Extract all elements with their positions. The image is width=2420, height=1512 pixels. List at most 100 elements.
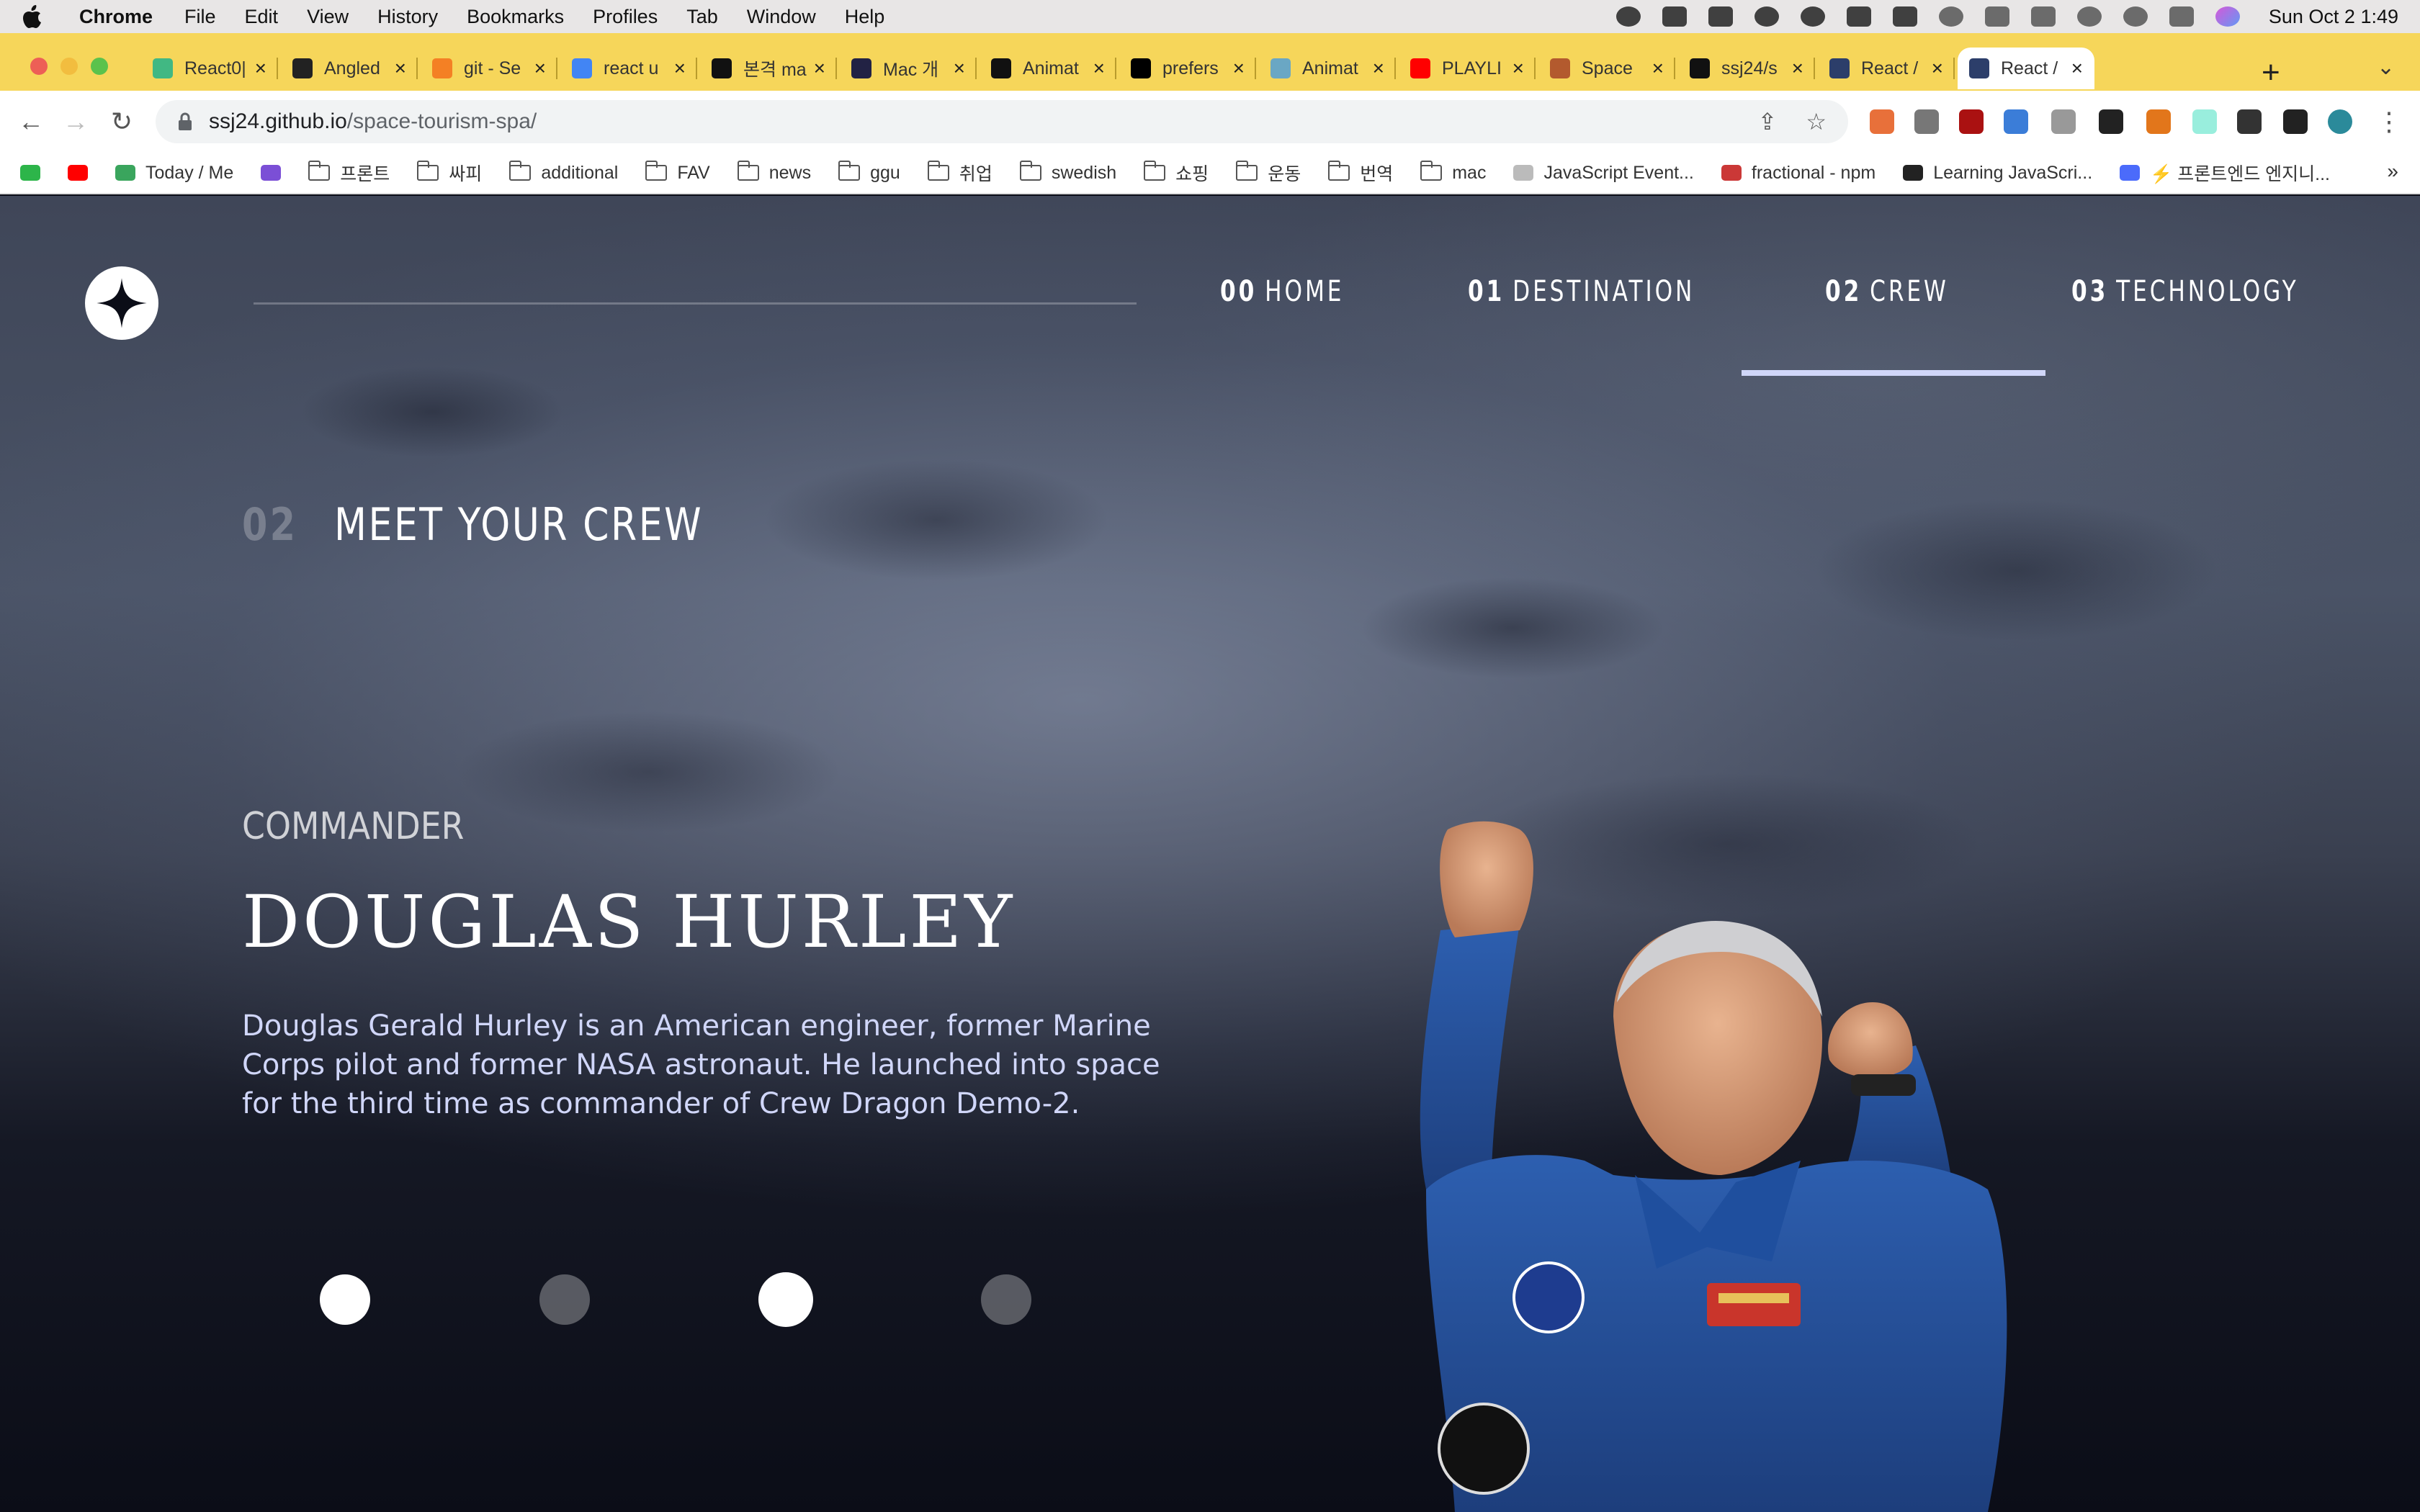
browser-tab[interactable]: Space × bbox=[1538, 48, 1675, 89]
nav-link-crew[interactable]: 02 CREW bbox=[1825, 275, 1949, 308]
bookmark-folder[interactable]: news bbox=[737, 161, 811, 184]
menu-app-name[interactable]: Chrome bbox=[79, 6, 153, 28]
browser-tab[interactable]: 본격 ma × bbox=[700, 48, 837, 89]
tab-close-icon[interactable]: × bbox=[534, 57, 546, 80]
back-button[interactable]: ← bbox=[13, 104, 49, 140]
nav-link-home[interactable]: 00 HOME bbox=[1220, 275, 1344, 308]
tab-close-icon[interactable]: × bbox=[674, 57, 686, 80]
browser-tab[interactable]: PLAYLI × bbox=[1399, 48, 1536, 89]
bookmark-folder[interactable]: mac bbox=[1420, 161, 1486, 184]
bookmark-folder[interactable]: 번역 bbox=[1328, 160, 1393, 186]
tab-close-icon[interactable]: × bbox=[1792, 57, 1803, 80]
browser-tab[interactable]: Animat × bbox=[980, 48, 1116, 89]
metamask-fox-icon[interactable] bbox=[2146, 109, 2171, 134]
bookmark-folder[interactable]: ggu bbox=[838, 161, 900, 184]
side-panel-icon[interactable] bbox=[2283, 109, 2308, 134]
address-bar[interactable]: ssj24.github.io/space-tourism-spa/ ⇪ ☆ bbox=[156, 100, 1848, 143]
bluetooth-icon[interactable] bbox=[1984, 6, 2009, 27]
browser-tab[interactable]: git - Se × bbox=[421, 48, 557, 89]
share-icon[interactable]: ⇪ bbox=[1758, 108, 1778, 135]
bookmark-folder[interactable]: additional bbox=[509, 161, 618, 184]
crew-slider-dot-2[interactable] bbox=[539, 1274, 590, 1325]
menu-file[interactable]: File bbox=[184, 6, 216, 28]
bookmark-star-icon[interactable]: ☆ bbox=[1806, 108, 1827, 135]
play-icon[interactable] bbox=[1938, 6, 1963, 27]
menu-view[interactable]: View bbox=[307, 6, 349, 28]
bookmark-item[interactable]: JavaScript Event... bbox=[1513, 163, 1694, 184]
creative-cloud-icon[interactable] bbox=[1615, 6, 1641, 27]
bookmark-folder[interactable]: 싸피 bbox=[417, 160, 482, 186]
menu-tab[interactable]: Tab bbox=[686, 6, 718, 28]
bookmark-item[interactable] bbox=[261, 165, 291, 181]
tab-close-icon[interactable]: × bbox=[954, 57, 965, 80]
extension-cube-icon[interactable] bbox=[2192, 109, 2217, 134]
ublock-icon[interactable] bbox=[1959, 109, 1984, 134]
stack-icon[interactable] bbox=[1662, 6, 1687, 27]
bookmarks-overflow-icon[interactable]: » bbox=[2387, 160, 2398, 183]
kebab-menu-icon[interactable]: ⋮ bbox=[2371, 104, 2407, 140]
tab-close-icon[interactable]: × bbox=[1512, 57, 1524, 80]
browser-tab[interactable]: React0| × bbox=[141, 48, 278, 89]
site-logo-icon[interactable] bbox=[85, 266, 158, 340]
bookmark-folder[interactable]: swedish bbox=[1019, 161, 1116, 184]
window-minimize-button[interactable] bbox=[60, 58, 78, 75]
notion-icon[interactable] bbox=[2099, 109, 2123, 134]
crew-slider-dot-1[interactable] bbox=[320, 1274, 370, 1325]
bookmark-folder[interactable]: 운동 bbox=[1236, 160, 1301, 186]
bookmark-folder[interactable]: 취업 bbox=[927, 160, 992, 186]
browser-tab[interactable]: prefers × bbox=[1119, 48, 1256, 89]
profile-avatar[interactable] bbox=[2328, 109, 2352, 134]
control-center-icon[interactable] bbox=[2169, 6, 2194, 27]
menubar-clock[interactable]: Sun Oct 2 1:49 bbox=[2269, 6, 2398, 28]
bookmark-folder[interactable]: 프론트 bbox=[308, 160, 390, 186]
siri-icon[interactable] bbox=[2215, 6, 2240, 27]
crew-slider-dot-3[interactable] bbox=[758, 1272, 813, 1327]
grid-icon[interactable] bbox=[1846, 6, 1871, 27]
bookmark-folder[interactable]: FAV bbox=[645, 161, 710, 184]
bookmark-item[interactable] bbox=[20, 165, 50, 181]
browser-tab[interactable]: React / × bbox=[1818, 48, 1955, 89]
menu-edit[interactable]: Edit bbox=[245, 6, 279, 28]
bookmark-item[interactable] bbox=[68, 165, 98, 181]
tab-search-chevron-icon[interactable]: ⌄ bbox=[2377, 55, 2395, 80]
cloud-icon[interactable] bbox=[1800, 6, 1825, 27]
reload-button[interactable]: ↻ bbox=[104, 104, 140, 140]
forward-button[interactable]: → bbox=[58, 104, 94, 140]
tab-close-icon[interactable]: × bbox=[1233, 57, 1245, 80]
browser-tab[interactable]: ssj24/s × bbox=[1678, 48, 1815, 89]
extension-ex-icon[interactable] bbox=[1870, 109, 1894, 134]
bookmark-folder[interactable]: 쇼핑 bbox=[1144, 160, 1209, 186]
lock-icon[interactable] bbox=[177, 112, 193, 131]
font-a-icon[interactable] bbox=[1892, 6, 1917, 27]
nav-link-destination[interactable]: 01 DESTINATION bbox=[1468, 275, 1695, 308]
crew-slider-dot-4[interactable] bbox=[981, 1274, 1031, 1325]
browser-tab[interactable]: react u × bbox=[560, 48, 697, 89]
tab-close-icon[interactable]: × bbox=[1093, 57, 1105, 80]
tab-close-icon[interactable]: × bbox=[2071, 57, 2083, 80]
bookmark-item[interactable]: Learning JavaScri... bbox=[1903, 163, 2092, 184]
tab-close-icon[interactable]: × bbox=[255, 57, 266, 80]
bookmark-item[interactable]: ⚡ 프론트엔드 엔지니... bbox=[2120, 160, 2330, 186]
menu-profiles[interactable]: Profiles bbox=[593, 6, 658, 28]
browser-tab[interactable]: Mac 개 × bbox=[840, 48, 977, 89]
new-tab-button[interactable]: + bbox=[2262, 55, 2280, 91]
browser-tab[interactable]: Animat × bbox=[1259, 48, 1396, 89]
menu-window[interactable]: Window bbox=[747, 6, 816, 28]
tab-close-icon[interactable]: × bbox=[1652, 57, 1664, 80]
nav-link-technology[interactable]: 03 TECHNOLOGY bbox=[2071, 275, 2299, 308]
tab-close-icon[interactable]: × bbox=[1373, 57, 1384, 80]
wifi-icon[interactable] bbox=[2076, 6, 2102, 27]
apple-icon[interactable] bbox=[22, 4, 43, 29]
browser-tab[interactable]: Angled × bbox=[281, 48, 418, 89]
extension-badge-icon[interactable] bbox=[2004, 109, 2028, 134]
bookmark-item[interactable]: Today / Me bbox=[115, 163, 233, 184]
window-zoom-button[interactable] bbox=[91, 58, 108, 75]
battery-icon[interactable] bbox=[2030, 6, 2056, 27]
spotlight-search-icon[interactable] bbox=[2123, 6, 2148, 27]
puzzle-extensions-icon[interactable] bbox=[2237, 109, 2262, 134]
menu-help[interactable]: Help bbox=[845, 6, 885, 28]
menu-history[interactable]: History bbox=[377, 6, 438, 28]
window-close-button[interactable] bbox=[30, 58, 48, 75]
browser-tab[interactable]: React / × bbox=[1958, 48, 2094, 89]
bookmark-item[interactable]: fractional - npm bbox=[1721, 163, 1876, 184]
